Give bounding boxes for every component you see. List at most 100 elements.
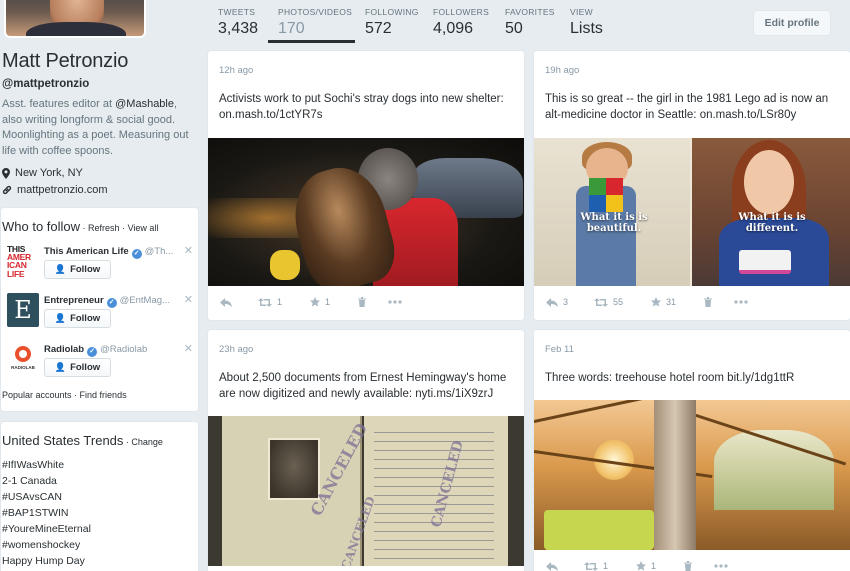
suggestion-name[interactable]: Radiolab ✓ @Radiolab <box>44 344 147 357</box>
profile-nav: TWEETS 3,438 PHOTOS/VIDEOS 170 FOLLOWING… <box>204 0 850 43</box>
photos-videos-stat[interactable]: PHOTOS/VIDEOS 170 <box>278 7 352 38</box>
profile-website[interactable]: mattpetronzio.com <box>2 184 107 196</box>
logo-wordmark: RADIOLAB <box>11 365 35 370</box>
more-button[interactable] <box>714 564 728 568</box>
trend-item[interactable]: #USAvsCAN <box>2 491 62 503</box>
lists-stat[interactable]: VIEW Lists <box>570 7 603 38</box>
tweet-card[interactable]: Feb 11 Three words: treehouse hotel room… <box>533 329 850 571</box>
trends-heading: United States Trends <box>2 433 124 448</box>
account-name[interactable]: Radiolab <box>44 344 84 355</box>
favorite-button[interactable]: 1 <box>636 561 656 571</box>
who-to-follow-title: Who to follow · Refresh · View all <box>2 219 158 234</box>
trend-item[interactable]: #IfIWasWhite <box>2 459 64 471</box>
this-american-life-logo[interactable]: THIS AMER ICAN LIFE <box>7 244 39 278</box>
tweet-actions: 1 1 <box>546 561 728 571</box>
retweet-button[interactable]: 1 <box>258 297 282 307</box>
who-to-follow-heading: Who to follow <box>2 219 81 234</box>
website-link[interactable]: mattpetronzio.com <box>17 184 107 196</box>
tweet-card[interactable]: 12h ago Activists work to put Sochi's st… <box>207 50 525 321</box>
dismiss-icon[interactable]: ✕ <box>184 293 193 306</box>
account-name[interactable]: This American Life <box>44 246 129 257</box>
reply-icon <box>546 297 558 307</box>
trend-item[interactable]: #womenshockey <box>2 539 80 551</box>
person-add-icon: 👤 <box>54 362 67 372</box>
tweet-photo[interactable] <box>534 400 850 550</box>
reply-button[interactable] <box>220 297 232 307</box>
more-button[interactable] <box>388 300 402 304</box>
tweet-timestamp[interactable]: 23h ago <box>219 344 253 355</box>
delete-button[interactable] <box>684 561 693 571</box>
verified-badge-icon: ✓ <box>106 298 117 308</box>
trend-item[interactable]: #YoureMineEternal <box>2 523 91 535</box>
account-handle: @EntMag... <box>119 295 170 306</box>
favorite-count: 1 <box>325 297 331 307</box>
favorite-button[interactable]: 1 <box>310 297 330 307</box>
profile-handle[interactable]: @mattpetronzio <box>2 78 89 90</box>
retweet-button[interactable]: 55 <box>594 297 623 307</box>
favorites-stat[interactable]: FAVORITES 50 <box>505 7 555 38</box>
star-icon <box>636 561 647 571</box>
reply-button[interactable]: 3 <box>546 297 568 307</box>
tweet-text: This is so great -- the girl in the 1981… <box>545 93 829 121</box>
delete-button[interactable] <box>704 297 713 307</box>
retweet-icon <box>594 297 609 307</box>
stat-label: FAVORITES <box>505 7 555 17</box>
tweet-timestamp[interactable]: 12h ago <box>219 65 253 76</box>
who-to-follow-card: Who to follow · Refresh · View all THIS … <box>0 207 199 412</box>
follow-button[interactable]: 👤 Follow <box>44 309 111 328</box>
tweet-text: About 2,500 documents from Ernest Heming… <box>219 372 507 400</box>
following-stat[interactable]: FOLLOWING 572 <box>365 7 419 38</box>
favorite-button[interactable]: 31 <box>651 297 676 307</box>
trend-item[interactable]: Happy Hump Day <box>2 555 85 567</box>
favorite-count: 1 <box>651 561 657 571</box>
view-all-link[interactable]: View all <box>128 223 159 233</box>
trend-item[interactable]: #BAP1STWIN <box>2 507 69 519</box>
reply-button[interactable] <box>546 561 558 571</box>
find-friends-link[interactable]: Find friends <box>80 390 127 400</box>
change-trends-link[interactable]: Change <box>131 437 163 447</box>
radiolab-logo[interactable]: RADIOLAB <box>7 342 39 376</box>
ad-caption: What it is is different. <box>738 212 806 234</box>
profile-avatar[interactable] <box>4 0 146 38</box>
stat-value: Lists <box>570 20 603 37</box>
profile-name[interactable]: Matt Petronzio <box>2 50 128 73</box>
bio-mention-link[interactable]: @Mashable <box>115 98 174 110</box>
tweets-stat[interactable]: TWEETS 3,438 <box>218 7 258 38</box>
account-handle: @Th... <box>144 246 174 257</box>
tweet-photo[interactable] <box>208 138 524 286</box>
retweet-count: 1 <box>277 297 283 307</box>
tweet-text: Three words: treehouse hotel room bit.ly… <box>545 372 795 384</box>
suggestion-radiolab: RADIOLAB Radiolab ✓ @Radiolab ✕ 👤 Follow <box>5 342 197 386</box>
person-add-icon: 👤 <box>54 264 67 274</box>
trends-title: United States Trends · Change <box>2 433 163 448</box>
suggestion-name[interactable]: Entrepreneur ✓ @EntMag... <box>44 295 170 308</box>
dismiss-icon[interactable]: ✕ <box>184 342 193 355</box>
tweet-photo[interactable]: What it is is beautiful. What it is is d… <box>534 138 850 286</box>
tweet-timestamp[interactable]: 19h ago <box>545 65 579 76</box>
more-button[interactable] <box>734 300 748 304</box>
stat-label: FOLLOWING <box>365 7 419 17</box>
account-handle: @Radiolab <box>100 344 148 355</box>
profile-location: New York, NY <box>2 167 83 179</box>
dismiss-icon[interactable]: ✕ <box>184 244 193 257</box>
edit-profile-button[interactable]: Edit profile <box>753 10 831 36</box>
suggestion-name[interactable]: This American Life ✓ @Th... <box>44 246 173 259</box>
stat-label: PHOTOS/VIDEOS <box>278 7 353 17</box>
trend-item[interactable]: 2-1 Canada <box>2 475 57 487</box>
retweet-button[interactable]: 1 <box>584 561 608 571</box>
tweet-timestamp[interactable]: Feb 11 <box>545 344 574 355</box>
tweet-photo[interactable]: CANCELED CANCELED CANCELED <box>208 416 524 566</box>
tweet-card[interactable]: 19h ago This is so great -- the girl in … <box>533 50 850 321</box>
follow-button[interactable]: 👤 Follow <box>44 358 111 377</box>
follow-button[interactable]: 👤 Follow <box>44 260 111 279</box>
delete-button[interactable] <box>358 297 367 307</box>
refresh-link[interactable]: Refresh <box>88 223 120 233</box>
popular-accounts-link[interactable]: Popular accounts <box>2 390 72 400</box>
tweet-card[interactable]: 23h ago About 2,500 documents from Ernes… <box>207 329 525 571</box>
stat-value: 3,438 <box>218 20 259 37</box>
entrepreneur-logo[interactable]: E <box>7 293 39 327</box>
follow-label: Follow <box>70 313 101 324</box>
followers-stat[interactable]: FOLLOWERS 4,096 <box>433 7 489 38</box>
stat-value: 50 <box>505 20 523 37</box>
account-name[interactable]: Entrepreneur <box>44 295 104 306</box>
